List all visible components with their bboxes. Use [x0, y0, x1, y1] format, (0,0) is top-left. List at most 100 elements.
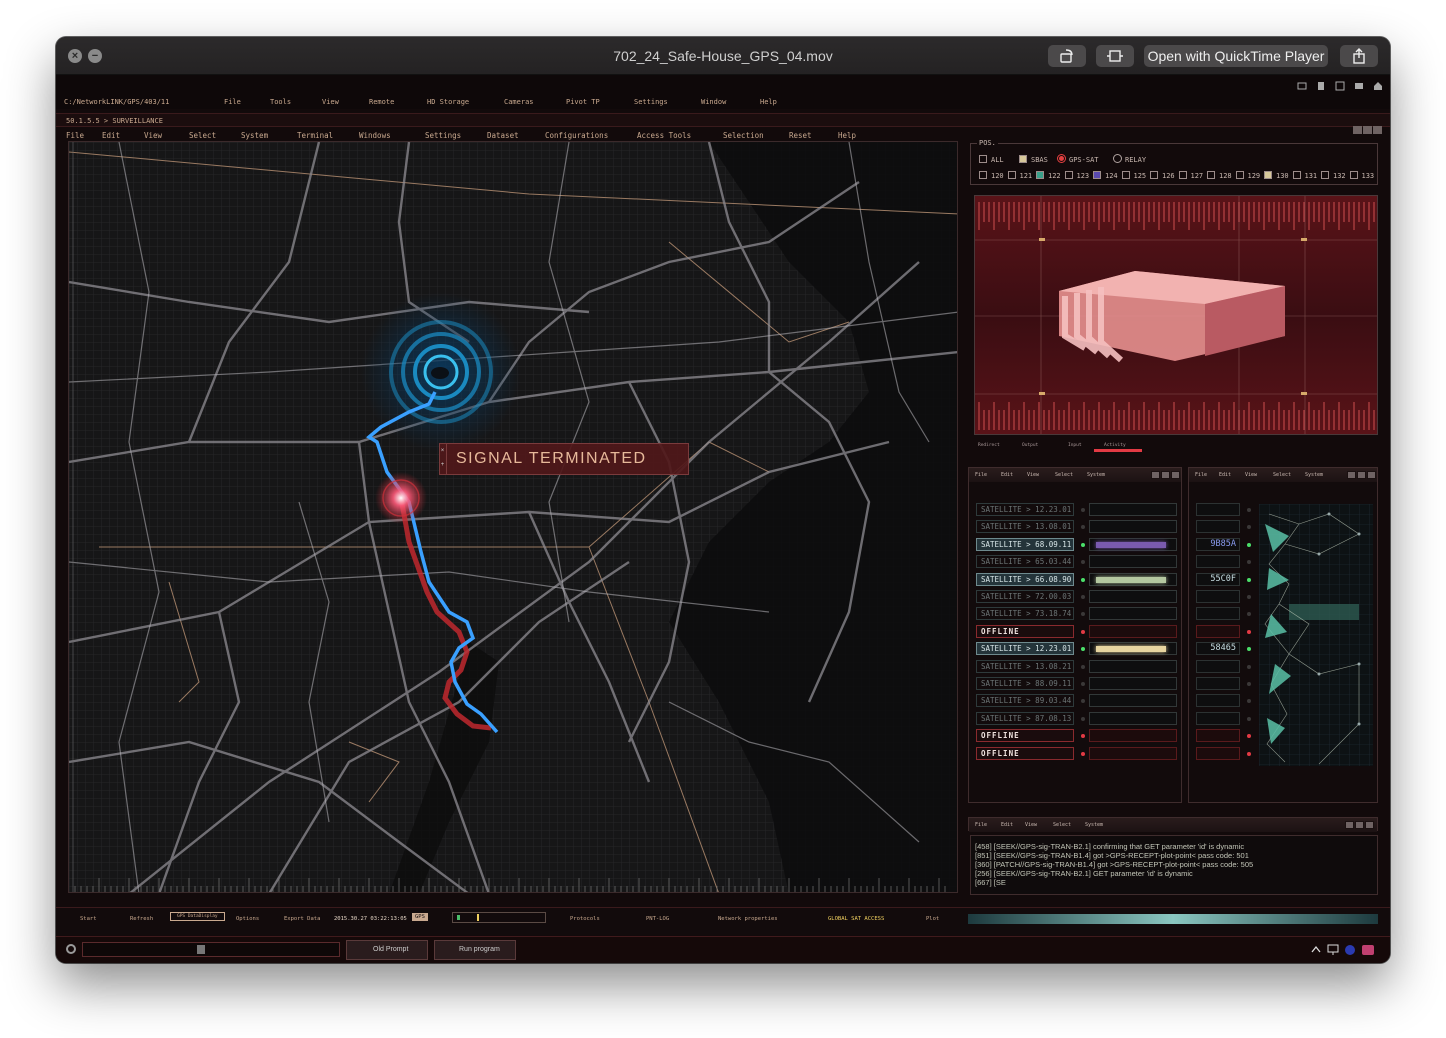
tab-pnt-log[interactable]: PNT-LOG: [646, 916, 669, 922]
menu2-windows[interactable]: Windows: [359, 131, 391, 140]
channel-checkbox[interactable]: [1264, 171, 1272, 179]
channel-checkbox[interactable]: [1178, 171, 1187, 179]
satellite-row[interactable]: SATELLITE > 73.18.74: [976, 607, 1074, 621]
log-menu-file[interactable]: File: [975, 822, 987, 828]
satellite-row[interactable]: SATELLITE > 13.08.01: [976, 520, 1074, 534]
tab-network-properties[interactable]: Network properties: [718, 916, 778, 922]
hex-menu-view[interactable]: View: [1245, 472, 1257, 478]
viz-output[interactable]: Output: [1022, 443, 1038, 448]
offline-row[interactable]: OFFLINE: [976, 729, 1074, 743]
offline-row[interactable]: OFFLINE: [976, 746, 1074, 760]
menu-remote[interactable]: Remote: [369, 98, 394, 106]
channel-checkbox[interactable]: [1007, 171, 1016, 179]
channel-checkbox[interactable]: [1207, 171, 1215, 179]
menu2-terminal[interactable]: Terminal: [297, 131, 333, 140]
log-menu-system[interactable]: System: [1085, 822, 1103, 828]
menu2-configurations[interactable]: Configurations: [545, 131, 608, 140]
channel-checkbox[interactable]: [1321, 171, 1329, 179]
alert-close-icon[interactable]: ×: [439, 444, 446, 458]
viz-redirect[interactable]: Redirect: [978, 443, 1000, 448]
export-data-button[interactable]: Export Data: [284, 916, 320, 922]
trim-button[interactable]: [1096, 45, 1134, 67]
maximize-icon[interactable]: [1357, 471, 1366, 479]
gps-datadisplay-button[interactable]: GPS DataDisplay: [170, 912, 225, 921]
satellite-row[interactable]: SATELLITE > 12.23.01: [976, 642, 1074, 656]
run-program-task[interactable]: Run program: [434, 940, 516, 960]
channel-checkbox[interactable]: [979, 171, 987, 179]
hex-menu-edit[interactable]: Edit: [1219, 472, 1231, 478]
checkbox-all[interactable]: [979, 155, 987, 163]
menu-help[interactable]: Help: [760, 98, 777, 106]
start-button[interactable]: Start: [80, 916, 97, 922]
channel-checkbox[interactable]: [1093, 171, 1101, 179]
gps-button[interactable]: GPS: [412, 913, 428, 921]
satellite-row[interactable]: SATELLITE > 66.08.90: [976, 572, 1074, 586]
hex-menu-select[interactable]: Select: [1273, 472, 1291, 478]
menu-pivot-tp[interactable]: Pivot TP: [566, 98, 600, 106]
open-with-quicktime-button[interactable]: Open with QuickTime Player: [1144, 45, 1328, 67]
close-icon[interactable]: [1365, 821, 1374, 829]
menu2-reset[interactable]: Reset: [789, 131, 812, 140]
menu-cameras[interactable]: Cameras: [504, 98, 534, 106]
channel-checkbox[interactable]: [1064, 171, 1073, 179]
menu2-selection[interactable]: Selection: [723, 131, 764, 140]
hex-menu-file[interactable]: File: [1195, 472, 1207, 478]
viz-input[interactable]: Input: [1068, 443, 1082, 448]
global-sat-access[interactable]: GLOBAL SAT ACCESS: [828, 916, 884, 922]
close-icon[interactable]: [1367, 471, 1376, 479]
settings-gear-icon[interactable]: [66, 944, 76, 954]
satellite-row[interactable]: SATELLITE > 88.09.11: [976, 677, 1074, 690]
maximize-icon[interactable]: [1161, 471, 1170, 479]
log-output[interactable]: [458] [SEEK//GPS-sig-TRAN-B2.1] confirmi…: [970, 835, 1378, 895]
checkbox-sbas[interactable]: [1019, 155, 1027, 163]
sat-menu-view[interactable]: View: [1027, 472, 1039, 478]
channel-checkbox[interactable]: [1150, 171, 1158, 179]
viz-activity[interactable]: Activity: [1104, 443, 1126, 448]
channel-checkbox[interactable]: [1036, 171, 1044, 179]
minimize-icon[interactable]: [1151, 471, 1160, 479]
log-menu-select[interactable]: Select: [1053, 822, 1071, 828]
menu2-file[interactable]: File: [66, 131, 84, 140]
window-controls[interactable]: [1352, 116, 1382, 135]
close-icon[interactable]: [1171, 471, 1180, 479]
hex-menu-system[interactable]: System: [1305, 472, 1323, 478]
alert-controls[interactable]: × +: [439, 444, 447, 474]
channel-checkbox[interactable]: [1235, 171, 1244, 179]
minimize-icon[interactable]: [1347, 471, 1356, 479]
command-input[interactable]: [82, 942, 340, 957]
menu-window[interactable]: Window: [701, 98, 726, 106]
menu2-access-tools[interactable]: Access Tools: [637, 131, 691, 140]
minimize-icon[interactable]: [1345, 821, 1354, 829]
channel-checkbox[interactable]: [1349, 171, 1358, 179]
sat-menu-select[interactable]: Select: [1055, 472, 1073, 478]
surveillance-map[interactable]: SIGNAL TERMINATED × +: [68, 141, 958, 893]
toolbar-icons[interactable]: [1296, 81, 1384, 91]
menu-file[interactable]: File: [224, 98, 241, 106]
menu2-view[interactable]: View: [144, 131, 162, 140]
menu-settings[interactable]: Settings: [634, 98, 668, 106]
rotate-button[interactable]: [1048, 45, 1086, 67]
satellite-row[interactable]: SATELLITE > 87.08.13: [976, 711, 1074, 725]
old-prompt-task[interactable]: Old Prompt: [346, 940, 428, 960]
offline-row[interactable]: OFFLINE: [976, 624, 1074, 638]
maximize-icon[interactable]: [1355, 821, 1364, 829]
radio-relay[interactable]: [1113, 154, 1122, 163]
sat-menu-system[interactable]: System: [1087, 472, 1105, 478]
system-tray-icons[interactable]: [1310, 943, 1380, 957]
satellite-row[interactable]: SATELLITE > 89.03.44: [976, 694, 1074, 708]
plot-button[interactable]: Plot: [926, 916, 939, 922]
menu2-settings[interactable]: Settings: [425, 131, 461, 140]
menu2-dataset[interactable]: Dataset: [487, 131, 519, 140]
menu2-select[interactable]: Select: [189, 131, 216, 140]
log-menu-view[interactable]: View: [1025, 822, 1037, 828]
sat-menu-edit[interactable]: Edit: [1001, 472, 1013, 478]
satellite-row[interactable]: SATELLITE > 12.23.01: [976, 503, 1074, 516]
share-button[interactable]: [1340, 45, 1378, 67]
menu-tools[interactable]: Tools: [270, 98, 291, 106]
sat-menu-file[interactable]: File: [975, 472, 987, 478]
alert-add-icon[interactable]: +: [439, 458, 446, 472]
refresh-button[interactable]: Refresh: [130, 916, 153, 922]
menu2-help[interactable]: Help: [838, 131, 856, 140]
satellite-row[interactable]: SATELLITE > 72.00.03: [976, 590, 1074, 603]
options-button[interactable]: Options: [236, 916, 259, 922]
